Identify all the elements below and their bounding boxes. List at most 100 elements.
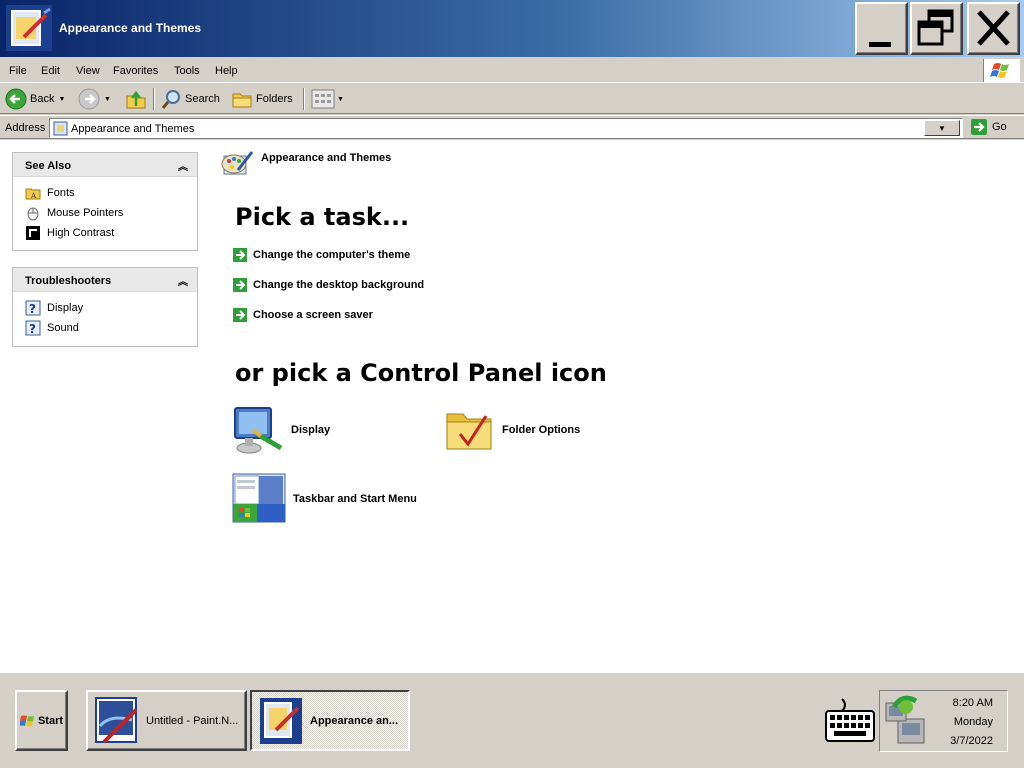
minimize-icon	[869, 42, 891, 47]
help-icon: ?	[25, 320, 41, 336]
folders-label: Folders	[256, 93, 293, 105]
link-mouse-pointers[interactable]: Mouse Pointers	[13, 203, 197, 223]
menu-help[interactable]: Help	[215, 65, 238, 77]
collapse-chevron-icon[interactable]: ︽	[178, 273, 188, 288]
task-label: Change the computer's theme	[253, 249, 411, 261]
task-change-background[interactable]: Change the desktop background	[233, 278, 424, 292]
minimize-button[interactable]	[855, 2, 908, 55]
high-contrast-icon	[26, 226, 40, 240]
views-dropdown-icon[interactable]: ▼	[337, 96, 344, 103]
back-label: Back	[30, 93, 55, 105]
category-title: Appearance and Themes	[261, 152, 392, 164]
search-label: Search	[185, 93, 220, 105]
up-folder-icon	[126, 90, 146, 109]
taskbar-button-label: Appearance an...	[310, 714, 399, 727]
folders-icon	[232, 93, 252, 108]
clock-day: Monday	[953, 716, 993, 728]
appearance-themes-icon	[6, 5, 52, 51]
fonts-folder-icon: A	[25, 188, 41, 200]
menu-view[interactable]: View	[76, 65, 100, 77]
address-input[interactable]: Appearance and Themes ▼	[49, 118, 963, 138]
address-label: Address	[5, 122, 46, 134]
menu-tools[interactable]: Tools	[174, 65, 200, 77]
address-bar: Address Appearance and Themes ▼ Go	[0, 115, 1024, 139]
forward-arrow-icon	[78, 88, 100, 110]
go-label: Go	[992, 121, 1007, 133]
title-bar[interactable]: Appearance and Themes	[0, 0, 1024, 57]
start-button[interactable]: Start	[15, 690, 68, 751]
network-icon[interactable]	[884, 693, 936, 749]
link-label: High Contrast	[47, 227, 115, 239]
clock-time[interactable]: 8:20 AM	[953, 697, 993, 709]
cp-taskbar-start-menu[interactable]: Taskbar and Start Menu	[231, 472, 417, 526]
taskbar-button-appearance[interactable]: Appearance an...	[250, 690, 410, 751]
link-high-contrast[interactable]: High Contrast	[13, 223, 197, 243]
clock-date: 3/7/2022	[950, 735, 993, 747]
taskbar-button-label: Untitled - Paint.N...	[146, 714, 239, 727]
menu-bar: File Edit View Favorites Tools Help	[0, 58, 1024, 83]
svg-text:?: ?	[29, 322, 36, 336]
forward-button[interactable]: ▼	[78, 87, 111, 111]
taskbar: Start Untitled - Paint.N... Appearance a…	[0, 671, 1024, 768]
back-button[interactable]: Back ▼	[5, 87, 65, 111]
back-dropdown-icon[interactable]: ▼	[58, 96, 65, 103]
troubleshooters-title: Troubleshooters	[25, 275, 112, 287]
menu-edit[interactable]: Edit	[41, 65, 60, 77]
task-screen-saver[interactable]: Choose a screen saver	[233, 308, 373, 322]
views-button[interactable]: ▼	[311, 87, 344, 111]
task-label: Change the desktop background	[253, 279, 425, 291]
cp-label: Taskbar and Start Menu	[293, 493, 417, 505]
windows-logo-icon	[19, 715, 34, 726]
mouse-icon	[27, 207, 39, 221]
system-tray: 8:20 AM Monday 3/7/2022	[879, 690, 1008, 752]
folder-options-icon	[446, 413, 492, 450]
see-also-header[interactable]: See Also ︽	[13, 153, 197, 177]
start-label: Start	[37, 714, 64, 727]
link-fonts[interactable]: A Fonts	[13, 183, 197, 203]
go-button[interactable]: Go	[970, 118, 1007, 136]
troubleshooters-panel: Troubleshooters ︽ ? Display ? Sound	[12, 267, 198, 347]
search-icon	[161, 90, 180, 109]
link-label: Display	[47, 302, 84, 314]
cp-folder-options[interactable]: Folder Options	[444, 404, 580, 456]
address-dropdown-button[interactable]: ▼	[924, 120, 960, 136]
windows-logo-icon	[983, 59, 1020, 82]
svg-text:?: ?	[29, 302, 36, 316]
content-area: See Also ︽ A Fonts Mouse Pointers High C…	[0, 140, 1024, 671]
appearance-themes-icon	[260, 697, 302, 744]
menu-file[interactable]: File	[9, 65, 27, 77]
menu-favorites[interactable]: Favorites	[113, 65, 158, 77]
see-also-title: See Also	[25, 160, 72, 172]
appearance-themes-icon	[221, 151, 254, 175]
link-label: Sound	[47, 322, 79, 334]
link-display-troubleshooter[interactable]: ? Display	[13, 298, 197, 318]
up-folder-button[interactable]	[125, 87, 147, 111]
task-arrow-icon	[233, 308, 247, 322]
taskbar-button-paint[interactable]: Untitled - Paint.N...	[86, 690, 247, 751]
keyboard-icon[interactable]	[824, 697, 876, 745]
cp-label: Display	[291, 424, 331, 436]
task-label: Choose a screen saver	[253, 309, 373, 321]
folders-button[interactable]: Folders	[231, 87, 293, 111]
views-icon	[311, 89, 335, 109]
window-title: Appearance and Themes	[59, 21, 202, 35]
svg-text:A: A	[30, 192, 37, 200]
cp-display[interactable]: Display	[231, 404, 330, 456]
toolbar-separator	[153, 88, 155, 110]
link-sound-troubleshooter[interactable]: ? Sound	[13, 318, 197, 338]
search-button[interactable]: Search	[160, 87, 220, 111]
toolbar: Back ▼ ▼ Search Folders ▼	[0, 84, 1024, 114]
toolbar-separator	[303, 88, 305, 110]
forward-dropdown-icon[interactable]: ▼	[104, 96, 111, 103]
control-panel-icon	[53, 121, 68, 136]
close-button[interactable]	[967, 2, 1020, 55]
help-icon: ?	[25, 300, 41, 316]
task-change-theme[interactable]: Change the computer's theme	[233, 248, 410, 262]
collapse-chevron-icon[interactable]: ︽	[178, 158, 188, 173]
close-icon	[977, 10, 1010, 46]
troubleshooters-header[interactable]: Troubleshooters ︽	[13, 268, 197, 292]
restore-button[interactable]	[910, 2, 963, 55]
cp-label: Folder Options	[502, 424, 581, 436]
see-also-panel: See Also ︽ A Fonts Mouse Pointers High C…	[12, 152, 198, 251]
link-label: Mouse Pointers	[47, 207, 124, 219]
